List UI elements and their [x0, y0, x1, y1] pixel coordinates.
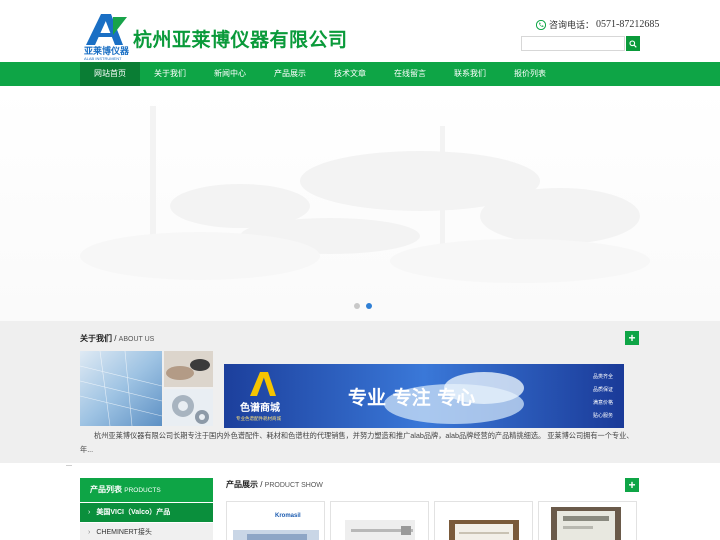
company-name: 杭州亚莱博仪器有限公司 — [133, 29, 348, 51]
product-sidebar-title-en: PRODUCTS — [124, 487, 161, 494]
about-intro-more[interactable]: ... — [66, 459, 72, 468]
about-mall-banner[interactable]: 色谱商城 专业色谱配件耗材商城 专业 专注 专心 品类齐全 品质保证 满意价格 … — [224, 364, 624, 428]
mall-slogan: 专业 专注 专心 — [348, 386, 475, 409]
mall-name: 色谱商城 — [240, 401, 280, 414]
sidebar-item-cheminert[interactable]: › CHEMINERT接头 — [80, 523, 213, 540]
company-logo[interactable]: 亚莱博仪器 ALAB INSTRUMENT — [83, 11, 131, 61]
sidebar-item-label: 美国VICI（Valco）产品 — [96, 509, 171, 516]
nav-item-articles[interactable]: 技术文章 — [320, 62, 380, 86]
about-intro: 杭州亚莱博仪器有限公司长期专注于国内外色谱配件、耗材和色谱柱的代理销售，并努力塑… — [66, 429, 636, 471]
phone-icon — [536, 19, 546, 30]
header: 亚莱博仪器 ALAB INSTRUMENT 杭州亚莱博仪器有限公司 咨询电话： … — [0, 0, 720, 62]
chevron-right-icon: › — [88, 529, 91, 536]
banner-dot-1[interactable] — [354, 303, 360, 309]
mall-tag-2: 品质保证 — [593, 386, 613, 393]
product-image-4 — [551, 507, 621, 540]
mall-tag-4: 贴心服务 — [593, 412, 613, 419]
product-image-2 — [345, 520, 415, 540]
nav-item-contact[interactable]: 联系我们 — [440, 62, 500, 86]
products-title-en: PRODUCT SHOW — [264, 482, 323, 489]
about-photo — [80, 351, 213, 426]
about-title-cn: 关于我们 — [80, 334, 112, 343]
search-box — [521, 36, 640, 51]
nav-list: 网站首页 关于我们 新闻中心 产品展示 技术文章 在线留言 联系我们 报价列表 — [80, 62, 560, 86]
about-title-en: ABOUT US — [118, 336, 155, 343]
search-icon — [629, 39, 637, 48]
sidebar-item-label: CHEMINERT接头 — [96, 529, 152, 536]
product-brand: Kromasil — [275, 513, 301, 519]
products-more-button[interactable]: + — [625, 478, 639, 492]
nav-item-home[interactable]: 网站首页 — [80, 62, 140, 86]
about-more-button[interactable]: + — [625, 331, 639, 345]
page: 亚莱博仪器 ALAB INSTRUMENT 杭州亚莱博仪器有限公司 咨询电话： … — [0, 0, 720, 540]
sidebar-item-vici[interactable]: › 美国VICI（Valco）产品 — [80, 502, 213, 522]
product-card-4[interactable] — [538, 501, 637, 540]
nav-item-about[interactable]: 关于我们 — [140, 62, 200, 86]
product-sidebar-header: 产品列表 PRODUCTS — [80, 478, 213, 502]
hero-banner[interactable] — [0, 86, 720, 321]
product-sidebar-title-cn: 产品列表 — [90, 485, 122, 494]
products-title-cn: 产品展示 — [226, 480, 258, 489]
banner-image — [0, 86, 720, 321]
products-title: 产品展示 / PRODUCT SHOW — [226, 480, 323, 489]
search-button[interactable] — [626, 36, 640, 51]
about-section: 关于我们 / ABOUT US + 色谱商城 专业色谱配件耗材商城 专业 专注 … — [0, 321, 720, 468]
search-input[interactable] — [521, 36, 625, 51]
product-image-3 — [449, 520, 519, 540]
chevron-right-icon: › — [88, 509, 91, 516]
mall-tag-1: 品类齐全 — [593, 373, 613, 380]
product-card-3[interactable] — [434, 501, 533, 540]
phone-number: 0571-87212685 — [596, 19, 660, 30]
about-intro-text: 杭州亚莱博仪器有限公司长期专注于国内外色谱配件、耗材和色谱柱的代理销售，并努力塑… — [80, 431, 634, 454]
mall-subtitle: 专业色谱配件耗材商城 — [236, 415, 281, 422]
phone-label: 咨询电话： — [549, 20, 595, 30]
nav-item-news[interactable]: 新闻中心 — [200, 62, 260, 86]
nav-item-quotes[interactable]: 报价列表 — [500, 62, 560, 86]
banner-dot-2[interactable] — [366, 303, 372, 309]
product-card-2[interactable] — [330, 501, 429, 540]
banner-dots — [354, 303, 372, 309]
main-nav: 网站首页 关于我们 新闻中心 产品展示 技术文章 在线留言 联系我们 报价列表 — [0, 62, 720, 86]
about-title: 关于我们 / ABOUT US — [80, 334, 155, 343]
product-sidebar: 产品列表 PRODUCTS › 美国VICI（Valco）产品 › CHEMINER… — [80, 478, 213, 540]
mall-tag-3: 满意价格 — [593, 399, 613, 406]
phone-info: 咨询电话： 0571-87212685 — [536, 18, 659, 31]
product-card-1[interactable]: Kromasil — [226, 501, 325, 540]
product-image-1: Kromasil — [233, 513, 319, 540]
nav-item-message[interactable]: 在线留言 — [380, 62, 440, 86]
logo-subtext: ALAB INSTRUMENT — [84, 56, 122, 61]
nav-item-products[interactable]: 产品展示 — [260, 62, 320, 86]
